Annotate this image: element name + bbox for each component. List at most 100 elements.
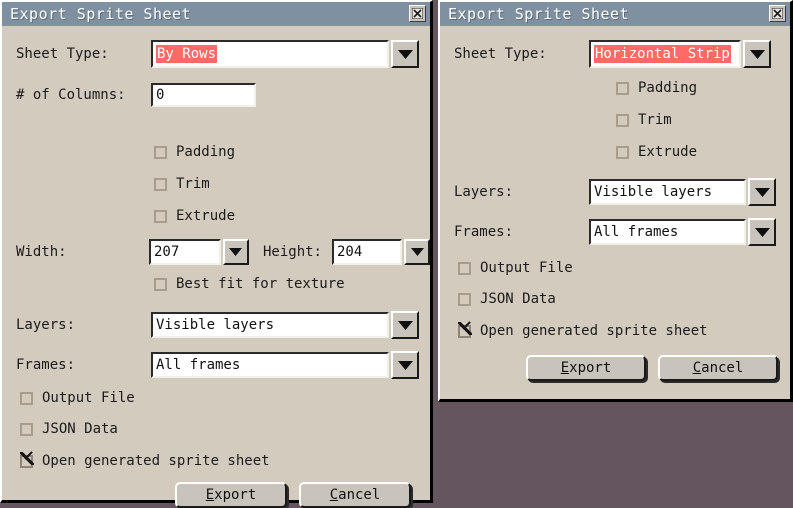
export-button[interactable]: Export <box>526 355 646 381</box>
checkbox-extrude[interactable]: Extrude <box>154 208 235 224</box>
cancel-button-label: ancel <box>338 487 381 503</box>
sheet-type-label: Sheet Type: <box>16 46 109 62</box>
checkbox-box-icon[interactable] <box>154 277 167 291</box>
columns-input[interactable]: 0 <box>151 83 256 107</box>
checkbox-json-data[interactable]: JSON Data <box>20 421 118 437</box>
checkbox-box-icon[interactable] <box>458 292 471 306</box>
layers-value-box[interactable]: Visible layers <box>589 179 746 205</box>
checkbox-best-fit-for-texture[interactable]: Best fit for texture <box>154 276 345 292</box>
checkbox-label: Best fit for texture <box>176 276 345 292</box>
frames-label: Frames: <box>16 357 76 373</box>
cancel-button[interactable]: Cancel <box>299 482 411 508</box>
checkbox-label: Output File <box>42 390 135 406</box>
close-icon[interactable] <box>409 5 426 22</box>
sheet-type-input[interactable]: By Rows <box>151 40 389 68</box>
chevron-down-icon[interactable] <box>222 239 249 265</box>
checkbox-box-icon[interactable] <box>154 145 167 159</box>
sheet-type-label: Sheet Type: <box>454 46 547 62</box>
checkbox-checked-icon[interactable] <box>20 451 34 468</box>
layers-row: Layers: Visible layers <box>16 311 430 339</box>
checkbox-label: Open generated sprite sheet <box>42 453 270 469</box>
export-button-mnemonic: E <box>205 487 215 503</box>
columns-label: # of Columns: <box>16 87 126 103</box>
checkbox-label: JSON Data <box>480 291 556 307</box>
columns-value: 0 <box>156 87 165 103</box>
sheet-type-combo[interactable]: By Rows <box>151 40 419 68</box>
checkbox-box-icon[interactable] <box>154 209 167 223</box>
checkbox-label: Trim <box>638 112 672 128</box>
checkbox-label: Extrude <box>638 144 698 160</box>
chevron-down-icon[interactable] <box>748 178 776 206</box>
sheet-type-input[interactable]: Horizontal Strip <box>589 40 741 68</box>
width-input[interactable]: 207 <box>148 239 221 265</box>
export-button-mnemonic: E <box>560 360 570 376</box>
frames-combo[interactable]: All frames <box>589 218 776 246</box>
checkbox-label: Trim <box>176 176 210 192</box>
chevron-down-icon[interactable] <box>391 311 419 339</box>
columns-row: # of Columns: 0 <box>16 83 430 107</box>
checkbox-open-generated-sprite-sheet[interactable]: Open generated sprite sheet <box>20 451 270 469</box>
chevron-down-icon[interactable] <box>391 351 419 379</box>
height-input[interactable]: 204 <box>332 239 402 265</box>
layers-value: Visible layers <box>156 317 275 333</box>
checkbox-box-icon[interactable] <box>616 113 629 127</box>
checkbox-label: Padding <box>638 80 698 96</box>
checkbox-box-icon[interactable] <box>616 81 629 95</box>
checkbox-box-icon[interactable] <box>154 177 167 191</box>
size-row: Width: 207 Height: 204 <box>16 239 430 265</box>
layers-combo[interactable]: Visible layers <box>151 311 419 339</box>
checkbox-trim[interactable]: Trim <box>616 112 672 128</box>
sheet-type-value: By Rows <box>156 45 218 63</box>
frames-value-box[interactable]: All frames <box>151 352 389 378</box>
chevron-down-icon[interactable] <box>404 239 430 265</box>
checkbox-box-icon[interactable] <box>20 391 33 405</box>
width-value: 207 <box>153 244 180 260</box>
height-combo[interactable]: 204 <box>332 239 430 265</box>
dialog-body: Sheet Type: By Rows # of Columns: 0 Padd… <box>2 26 430 508</box>
dialog-titlebar[interactable]: Export Sprite Sheet <box>2 2 430 26</box>
export-button-label: xport <box>214 487 257 503</box>
export-sprite-sheet-dialog-secondary: Export Sprite Sheet Sheet Type: Horizont… <box>438 0 793 402</box>
checkbox-checked-icon[interactable] <box>458 321 472 338</box>
checkbox-output-file[interactable]: Output File <box>20 390 135 406</box>
checkbox-padding[interactable]: Padding <box>616 80 697 96</box>
cancel-button[interactable]: Cancel <box>658 355 778 381</box>
dialog-body: Sheet Type: Horizontal Strip Padding Tri… <box>440 26 790 399</box>
height-label: Height: <box>262 244 322 260</box>
checkbox-open-generated-sprite-sheet[interactable]: Open generated sprite sheet <box>458 321 708 339</box>
checkbox-box-icon[interactable] <box>20 422 33 436</box>
frames-combo[interactable]: All frames <box>151 351 419 379</box>
sheet-type-row: Sheet Type: By Rows <box>16 40 430 68</box>
layers-combo[interactable]: Visible layers <box>589 178 776 206</box>
width-combo[interactable]: 207 <box>148 239 249 265</box>
layers-value-box[interactable]: Visible layers <box>151 312 389 338</box>
dialog-button-bar: Export Cancel <box>175 482 411 508</box>
sheet-type-combo[interactable]: Horizontal Strip <box>589 40 771 68</box>
cancel-button-label: ancel <box>701 360 744 376</box>
checkbox-label: Extrude <box>176 208 236 224</box>
sheet-type-value: Horizontal Strip <box>594 45 731 63</box>
checkbox-label: Open generated sprite sheet <box>480 323 708 339</box>
export-button[interactable]: Export <box>175 482 287 508</box>
frames-row: Frames: All frames <box>454 218 790 246</box>
frames-value-box[interactable]: All frames <box>589 219 746 245</box>
checkbox-box-icon[interactable] <box>458 261 471 275</box>
frames-label: Frames: <box>454 224 514 240</box>
checkbox-extrude[interactable]: Extrude <box>616 144 697 160</box>
checkbox-trim[interactable]: Trim <box>154 176 210 192</box>
close-icon[interactable] <box>769 5 786 22</box>
cancel-button-mnemonic: C <box>692 360 702 376</box>
frames-row: Frames: All frames <box>16 351 430 379</box>
checkbox-box-icon[interactable] <box>616 145 629 159</box>
chevron-down-icon[interactable] <box>748 218 776 246</box>
checkbox-output-file[interactable]: Output File <box>458 260 573 276</box>
chevron-down-icon[interactable] <box>743 40 771 68</box>
checkbox-json-data[interactable]: JSON Data <box>458 291 556 307</box>
chevron-down-icon[interactable] <box>391 40 419 68</box>
dialog-titlebar[interactable]: Export Sprite Sheet <box>440 2 790 26</box>
layers-value: Visible layers <box>594 184 713 200</box>
checkbox-padding[interactable]: Padding <box>154 144 235 160</box>
export-sprite-sheet-dialog-primary: Export Sprite Sheet Sheet Type: By Rows … <box>0 0 433 508</box>
dialog-title: Export Sprite Sheet <box>10 5 192 23</box>
dialog-title: Export Sprite Sheet <box>448 5 630 23</box>
